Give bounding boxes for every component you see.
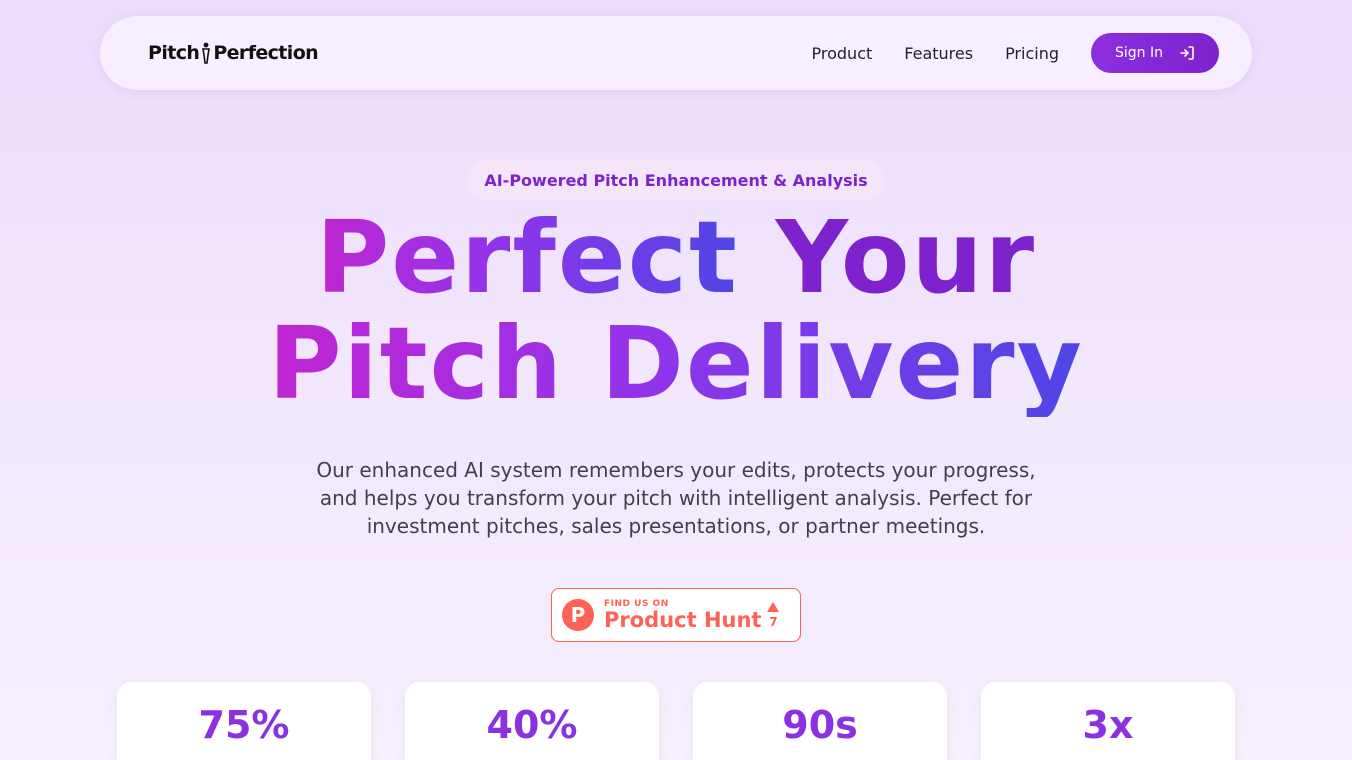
- nav-link-pricing[interactable]: Pricing: [1005, 44, 1059, 63]
- logo-text-left: Pitch: [148, 42, 200, 64]
- product-hunt-badge[interactable]: P FIND US ON Product Hunt 7: [551, 588, 801, 642]
- microphone-figure-icon: [202, 42, 211, 64]
- headline-word-perfect: Perfect: [315, 199, 739, 316]
- stat-value: 3x: [1082, 703, 1134, 747]
- product-hunt-text: FIND US ON Product Hunt: [604, 599, 761, 631]
- logo-text-right: Perfection: [213, 42, 319, 64]
- top-navbar: Pitch Perfection Product Features Pricin…: [100, 16, 1252, 90]
- product-hunt-logo-icon: P: [562, 599, 594, 631]
- hero-subtitle: Our enhanced AI system remembers your ed…: [316, 458, 1036, 538]
- product-hunt-votes: 7: [767, 601, 780, 629]
- stat-card: 90s: [693, 682, 947, 760]
- stat-card: 75%: [117, 682, 371, 760]
- product-hunt-name: Product Hunt: [604, 608, 762, 632]
- sign-in-button[interactable]: Sign In: [1091, 33, 1219, 73]
- hero-badge: AI-Powered Pitch Enhancement & Analysis: [468, 160, 884, 200]
- stat-value: 75%: [198, 703, 290, 747]
- stats-row: 75% 40% 90s 3x: [117, 682, 1235, 760]
- upvote-triangle-icon: [767, 601, 780, 612]
- hero-headline: Perfect Your Pitch Delivery: [0, 205, 1352, 417]
- headline-word-your: Your: [775, 199, 1037, 316]
- headline-line-2: Pitch Delivery: [268, 305, 1084, 422]
- stat-card: 3x: [981, 682, 1235, 760]
- sign-in-icon: [1180, 46, 1194, 60]
- stat-value: 90s: [782, 703, 858, 747]
- stat-card: 40%: [405, 682, 659, 760]
- nav-links: Product Features Pricing Sign In: [812, 33, 1219, 73]
- logo[interactable]: Pitch Perfection: [148, 42, 319, 64]
- sign-in-label: Sign In: [1115, 45, 1163, 61]
- stat-value: 40%: [486, 703, 578, 747]
- product-hunt-vote-count: 7: [769, 614, 778, 629]
- nav-link-product[interactable]: Product: [812, 44, 873, 63]
- nav-link-features[interactable]: Features: [904, 44, 973, 63]
